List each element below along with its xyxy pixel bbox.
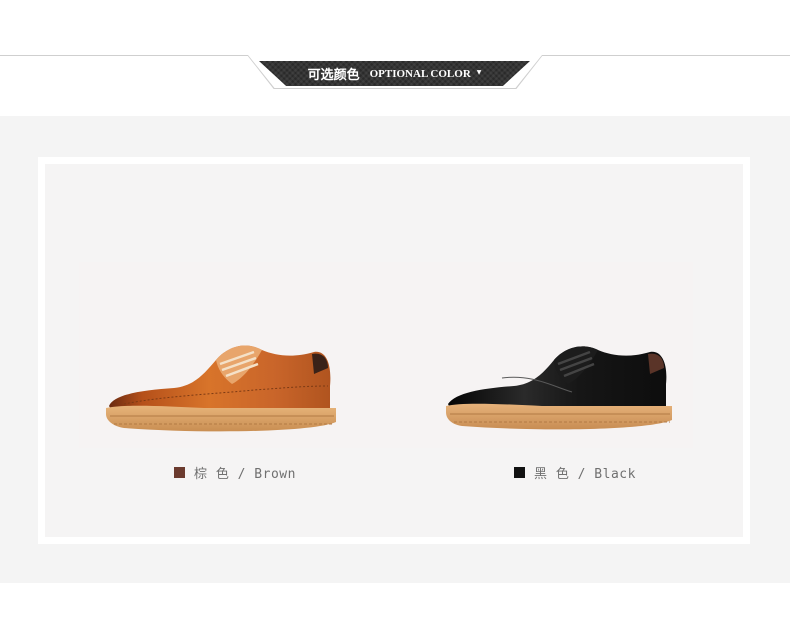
- brown-shoe-image[interactable]: [104, 334, 338, 438]
- bottom-spacer: [0, 583, 790, 619]
- section-header: 可选颜色 OPTIONAL COLOR ▼: [0, 0, 790, 116]
- brown-swatch: [174, 467, 185, 478]
- color-option-label: 棕 色 / Brown: [194, 467, 296, 482]
- product-color-options-section: 可选颜色 OPTIONAL COLOR ▼ 棕 色 / Brown 黑 色 / …: [0, 0, 790, 619]
- color-option-black[interactable]: 黑 色 / Black: [514, 463, 636, 482]
- black-shoe-image[interactable]: [442, 338, 674, 438]
- color-option-brown[interactable]: 棕 色 / Brown: [174, 463, 296, 482]
- header-title-cn: 可选颜色: [307, 68, 360, 83]
- black-swatch: [514, 467, 525, 478]
- header-title-en: OPTIONAL COLOR: [369, 67, 471, 80]
- triangle-down-icon: ▼: [476, 69, 482, 76]
- header-badge: 可选颜色 OPTIONAL COLOR ▼: [259, 61, 530, 86]
- color-option-label: 黑 色 / Black: [534, 467, 636, 482]
